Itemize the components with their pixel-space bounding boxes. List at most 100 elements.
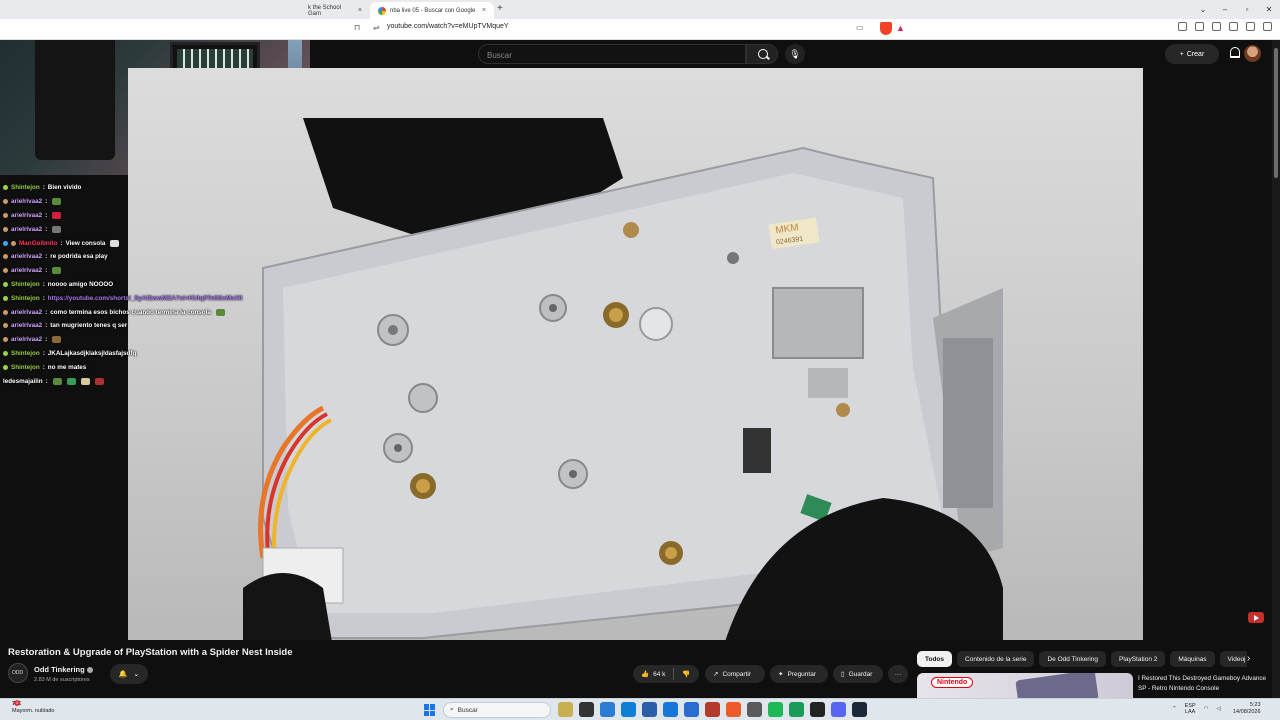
taskbar-app-icon[interactable]: [684, 702, 699, 717]
channel-name[interactable]: Odd Tinkering: [34, 665, 93, 674]
chevron-right-icon[interactable]: ›: [1247, 653, 1250, 664]
volume-icon[interactable]: ◁: [1216, 706, 1220, 712]
browser-tab[interactable]: k the School Gam ×: [300, 2, 370, 19]
emote-icon: [215, 308, 225, 316]
alert-icon[interactable]: ▲: [896, 23, 905, 33]
wallet-icon[interactable]: [1229, 22, 1238, 31]
chat-username[interactable]: Shintejon: [11, 350, 40, 357]
brave-shield-icon[interactable]: [880, 22, 892, 35]
music-icon[interactable]: [1195, 22, 1204, 31]
vpn-icon[interactable]: [1246, 22, 1255, 31]
chat-username[interactable]: arielrivaa2: [11, 253, 42, 260]
chat-username[interactable]: arielrivaa2: [11, 226, 42, 233]
chip-series[interactable]: Contenido de la serie: [957, 651, 1035, 667]
bookmark-icon[interactable]: ⊓: [354, 23, 360, 32]
dislike-icon[interactable]: 👎: [682, 670, 690, 678]
taskbar-app-icon[interactable]: [558, 702, 573, 717]
subscriber-count: 2.83 M de suscriptores: [34, 677, 90, 683]
start-icon[interactable]: [424, 704, 436, 716]
tab-label: nba live 05 - Buscar con Google: [390, 7, 476, 14]
minimize-button[interactable]: –: [1214, 0, 1236, 19]
save-button[interactable]: ▯ Guardar: [833, 665, 883, 683]
ask-button[interactable]: ✦ Preguntar: [770, 665, 828, 683]
sidebar-icon[interactable]: [1212, 22, 1221, 31]
notifications-button[interactable]: 🔔 ⌄: [110, 664, 148, 684]
site-settings-icon[interactable]: ⇌: [373, 23, 380, 32]
create-button[interactable]: + Crear: [1165, 44, 1219, 64]
search-input[interactable]: [479, 46, 745, 65]
taskbar-app-icon[interactable]: [579, 702, 594, 717]
chat-username[interactable]: ManGolbnito: [19, 240, 57, 247]
share-button[interactable]: ↗ Compartir: [705, 665, 765, 683]
chat-message: Shintejon: Bien vivido: [3, 181, 303, 195]
chip-machines[interactable]: Máquinas: [1170, 651, 1215, 667]
chat-username[interactable]: Shintejon: [11, 295, 40, 302]
chat-username[interactable]: ledesmajailin: [3, 378, 43, 385]
page-scrollbar[interactable]: [1272, 40, 1280, 698]
new-tab-button[interactable]: +: [497, 3, 503, 14]
maximize-button[interactable]: ▫: [1236, 0, 1258, 19]
taskbar-app-icon[interactable]: [831, 702, 846, 717]
chat-username[interactable]: Shintejon: [11, 281, 40, 288]
chat-username[interactable]: Shintejon: [11, 184, 40, 191]
close-tab-icon[interactable]: ×: [358, 7, 362, 14]
chat-link[interactable]: https://youtube.com/shorts/_SyAf2wwMEA?s…: [48, 295, 243, 302]
chevron-down-icon[interactable]: ⌄: [1192, 0, 1214, 19]
taskbar-app-icon[interactable]: [600, 702, 615, 717]
channel-avatar[interactable]: [8, 663, 28, 683]
taskbar-app-icon[interactable]: [810, 702, 825, 717]
taskbar-app-icon[interactable]: [705, 702, 720, 717]
taskbar-app-icon[interactable]: [621, 702, 636, 717]
avatar[interactable]: [1244, 45, 1261, 62]
chat-username[interactable]: arielrivaa2: [11, 322, 42, 329]
youtube-header: 🎙 + Crear: [310, 40, 1280, 68]
chip-all[interactable]: Todos: [917, 651, 953, 667]
recommended-title[interactable]: I Restored This Destroyed Gameboy Advanc…: [1138, 674, 1273, 694]
chat-username[interactable]: arielrivaa2: [11, 336, 42, 343]
chat-message: Shintejon: no me mates: [3, 360, 303, 374]
scrollbar-thumb[interactable]: [1274, 48, 1278, 178]
chat-username[interactable]: Shintejon: [11, 364, 40, 371]
taskbar-app-icon[interactable]: [642, 702, 657, 717]
mic-button[interactable]: 🎙: [785, 44, 805, 64]
search-button[interactable]: [746, 44, 778, 64]
browser-tab-active[interactable]: nba live 05 - Buscar con Google ×: [370, 2, 494, 19]
chip-channel[interactable]: De Odd Tinkering: [1039, 651, 1107, 667]
chat-username[interactable]: arielrivaa2: [11, 267, 42, 274]
bell-icon[interactable]: [1230, 47, 1240, 58]
clock[interactable]: 5:23 14/08/2026: [1233, 702, 1261, 716]
close-window-button[interactable]: ✕: [1258, 0, 1280, 19]
taskbar-app-icon[interactable]: [852, 702, 867, 717]
taskbar-app-icon[interactable]: [789, 702, 804, 717]
screen-icon[interactable]: ▭: [856, 23, 864, 32]
youtube-logo-icon: [1248, 612, 1264, 623]
google-icon: [378, 6, 386, 15]
chat-message: arielrivaa2:: [3, 333, 303, 347]
like-count[interactable]: 64 k: [653, 671, 665, 678]
language-indicator[interactable]: ESP LAA: [1185, 703, 1196, 715]
chat-username[interactable]: arielrivaa2: [11, 212, 42, 219]
like-icon[interactable]: 👍: [641, 670, 649, 678]
chat-message: arielrivaa2:: [3, 222, 303, 236]
browser-tabbar: k the School Gam × nba live 05 - Buscar …: [0, 0, 1280, 19]
taskbar-app-icon[interactable]: [747, 702, 762, 717]
chip-ps2[interactable]: PlayStation 2: [1111, 651, 1166, 667]
taskbar-app-icon[interactable]: [768, 702, 783, 717]
chat-username[interactable]: arielrivaa2: [11, 198, 42, 205]
chip-videogames[interactable]: Videoj: [1219, 651, 1247, 667]
emote-icon: [52, 211, 62, 219]
system-tray: ⌃ ESP LAA ◠ ◁: [1172, 703, 1221, 715]
chat-username[interactable]: arielrivaa2: [11, 309, 42, 316]
taskbar-app-icon[interactable]: [726, 702, 741, 717]
more-button[interactable]: ···: [888, 665, 908, 683]
taskbar-app-icon[interactable]: [663, 702, 678, 717]
extension-icon[interactable]: [1178, 22, 1187, 31]
close-tab-icon[interactable]: ×: [482, 7, 486, 14]
chevron-up-icon[interactable]: ⌃: [1172, 706, 1177, 712]
wifi-icon[interactable]: ◠: [1204, 706, 1209, 712]
url-field[interactable]: youtube.com/watch?v=eMUpTVMqueY: [387, 23, 509, 30]
sparkle-icon: ✦: [778, 671, 784, 678]
taskbar-search[interactable]: ⌕ Buscar: [443, 702, 551, 718]
recommended-thumbnail[interactable]: Nintendo: [917, 673, 1133, 698]
menu-icon[interactable]: [1263, 22, 1272, 31]
